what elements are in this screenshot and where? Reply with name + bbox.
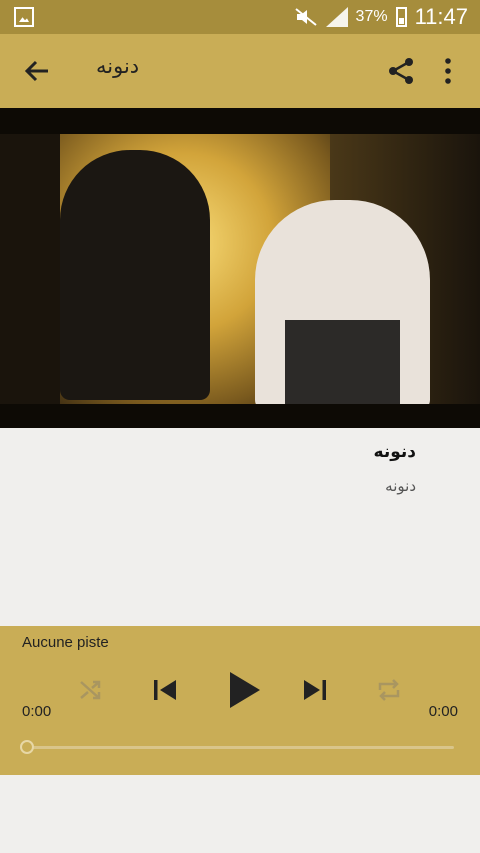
total-duration: 0:00 [428,703,458,720]
singer-figure-right [255,200,430,410]
next-icon[interactable] [301,676,329,704]
status-icons: 37% 11:47 [294,3,468,31]
more-options-icon[interactable] [440,56,456,86]
track-info: دنونه دنونه [0,428,480,626]
letterbox-bottom [0,404,480,428]
seek-bar[interactable] [26,746,454,749]
song-title: دنونه [373,442,416,462]
battery-percent: 37% [355,8,388,25]
bottom-area [0,775,480,853]
player-controls: Aucune piste 0:00 0:00 [0,626,480,775]
play-icon[interactable] [226,670,262,710]
shuffle-icon[interactable] [78,678,104,702]
page-title: دنونه [96,54,140,78]
elapsed-time: 0:00 [22,703,52,720]
singer-figure-left [60,150,210,400]
clock: 11:47 [414,4,468,29]
signal-icon [325,7,348,27]
battery-icon [395,7,407,27]
gallery-notification-icon [14,7,34,27]
app-bar: دنونه [0,34,480,108]
back-arrow-icon[interactable] [22,56,52,86]
repeat-icon[interactable] [376,678,402,702]
seek-thumb[interactable] [20,740,34,754]
letterbox-top [0,108,480,134]
previous-icon[interactable] [151,676,179,704]
track-label: Aucune piste [22,634,109,651]
dress-shape [285,320,400,410]
song-artist: دنونه [385,477,416,495]
share-icon[interactable] [386,56,416,86]
mute-icon [294,7,318,27]
status-bar: 37% 11:47 [0,0,480,34]
